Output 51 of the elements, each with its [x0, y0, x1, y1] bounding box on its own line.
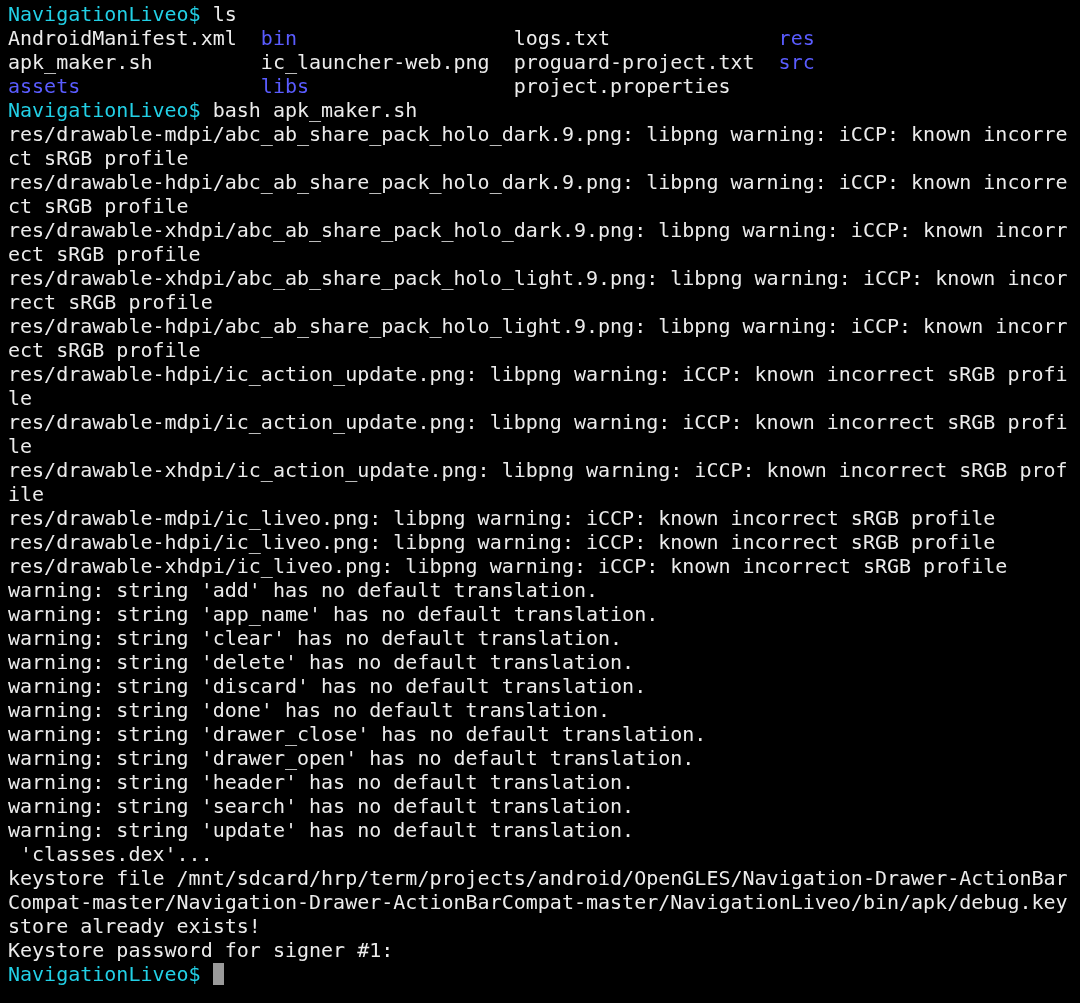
file-name: AndroidManifest.xml — [8, 26, 237, 50]
directory-name: res — [778, 26, 815, 50]
terminal-line: warning: string 'add' has no default translation. — [8, 578, 599, 602]
terminal-line: warning: string 'done' has no default translation. — [8, 698, 612, 722]
directory-name: bin — [260, 26, 297, 50]
terminal-line: le — [8, 386, 34, 410]
terminal-line: res/drawable-xhdpi/ic_action_update.png: libpng warning: iCCP: known incorrect sRGB prof — [8, 458, 1069, 482]
terminal-line: ect sRGB profile — [8, 242, 202, 266]
terminal-line: warning: string 'app_name' has no default translation. — [8, 602, 660, 626]
terminal-line: res/drawable-hdpi/ic_liveo.png: libpng warning: iCCP: known incorrect sRGB profile — [8, 530, 997, 554]
terminal-line: res/drawable-xhdpi/abc_ab_share_pack_holo_light.9.png: libpng warning: iCCP: known incor — [8, 266, 1069, 290]
terminal-line: keystore file /mnt/sdcard/hrp/term/projects/android/OpenGLES/Navigation-Drawer-ActionBar — [8, 866, 1069, 890]
terminal-line: Compat-master/Navigation-Drawer-ActionBarCompat-master/NavigationLiveo/bin/apk/debug.key — [8, 890, 1069, 914]
terminal-line: res/drawable-hdpi/ic_action_update.png: libpng warning: iCCP: known incorrect sRGB profi — [8, 362, 1069, 386]
file-name: ic_launcher-web.png — [260, 50, 490, 74]
command-text: ls — [212, 2, 237, 26]
terminal-line: warning: string 'drawer_close' has no default translation. — [8, 722, 708, 746]
terminal-line: res/drawable-mdpi/ic_liveo.png: libpng warning: iCCP: known incorrect sRGB profile — [8, 506, 997, 530]
file-name: project.properties — [513, 74, 731, 98]
terminal-line: warning: string 'search' has no default translation. — [8, 794, 636, 818]
directory-name: src — [778, 50, 815, 74]
terminal-line: ile — [8, 482, 46, 506]
terminal-line: res/drawable-hdpi/abc_ab_share_pack_holo_light.9.png: libpng warning: iCCP: known incorr — [8, 314, 1069, 338]
terminal-line: res/drawable-mdpi/ic_action_update.png: libpng warning: iCCP: known incorrect sRGB profi — [8, 410, 1069, 434]
terminal-line: res/drawable-xhdpi/ic_liveo.png: libpng warning: iCCP: known incorrect sRGB profile — [8, 554, 1009, 578]
file-name: apk_maker.sh — [8, 50, 153, 74]
file-name: logs.txt — [513, 26, 611, 50]
terminal-line: warning: string 'delete' has no default translation. — [8, 650, 636, 674]
terminal-line: ct sRGB profile — [8, 194, 190, 218]
terminal-line: ct sRGB profile — [8, 146, 190, 170]
terminal-line: warning: string 'header' has no default translation. — [8, 770, 636, 794]
terminal-line: warning: string 'update' has no default translation. — [8, 818, 636, 842]
prompt-text: NavigationLiveo$ — [8, 2, 201, 26]
prompt-text: NavigationLiveo$ — [8, 98, 201, 122]
terminal-line: warning: string 'clear' has no default translation. — [8, 626, 624, 650]
prompt-text: NavigationLiveo$ — [8, 962, 201, 986]
terminal-line: res/drawable-mdpi/abc_ab_share_pack_holo_dark.9.png: libpng warning: iCCP: known incorre — [8, 122, 1069, 146]
terminal-line: res/drawable-hdpi/abc_ab_share_pack_holo_dark.9.png: libpng warning: iCCP: known incorre — [8, 170, 1069, 194]
file-name: proguard-project.txt — [513, 50, 755, 74]
terminal-line: ect sRGB profile — [8, 338, 202, 362]
terminal-line: 'classes.dex'... — [19, 842, 214, 866]
terminal-line: le — [8, 434, 34, 458]
terminal-line: warning: string 'drawer_open' has no default translation. — [8, 746, 696, 770]
terminal-line: res/drawable-xhdpi/abc_ab_share_pack_holo_dark.9.png: libpng warning: iCCP: known incorr — [8, 218, 1069, 242]
terminal-line: Keystore password for signer #1: — [8, 938, 395, 962]
terminal-line: rect sRGB profile — [8, 290, 214, 314]
directory-name: assets — [8, 74, 81, 98]
command-text: bash apk_maker.sh — [212, 98, 418, 122]
terminal-line: warning: string 'discard' has no default translation. — [8, 674, 648, 698]
terminal-line: store already exists! — [8, 914, 262, 938]
directory-name: libs — [260, 74, 310, 98]
